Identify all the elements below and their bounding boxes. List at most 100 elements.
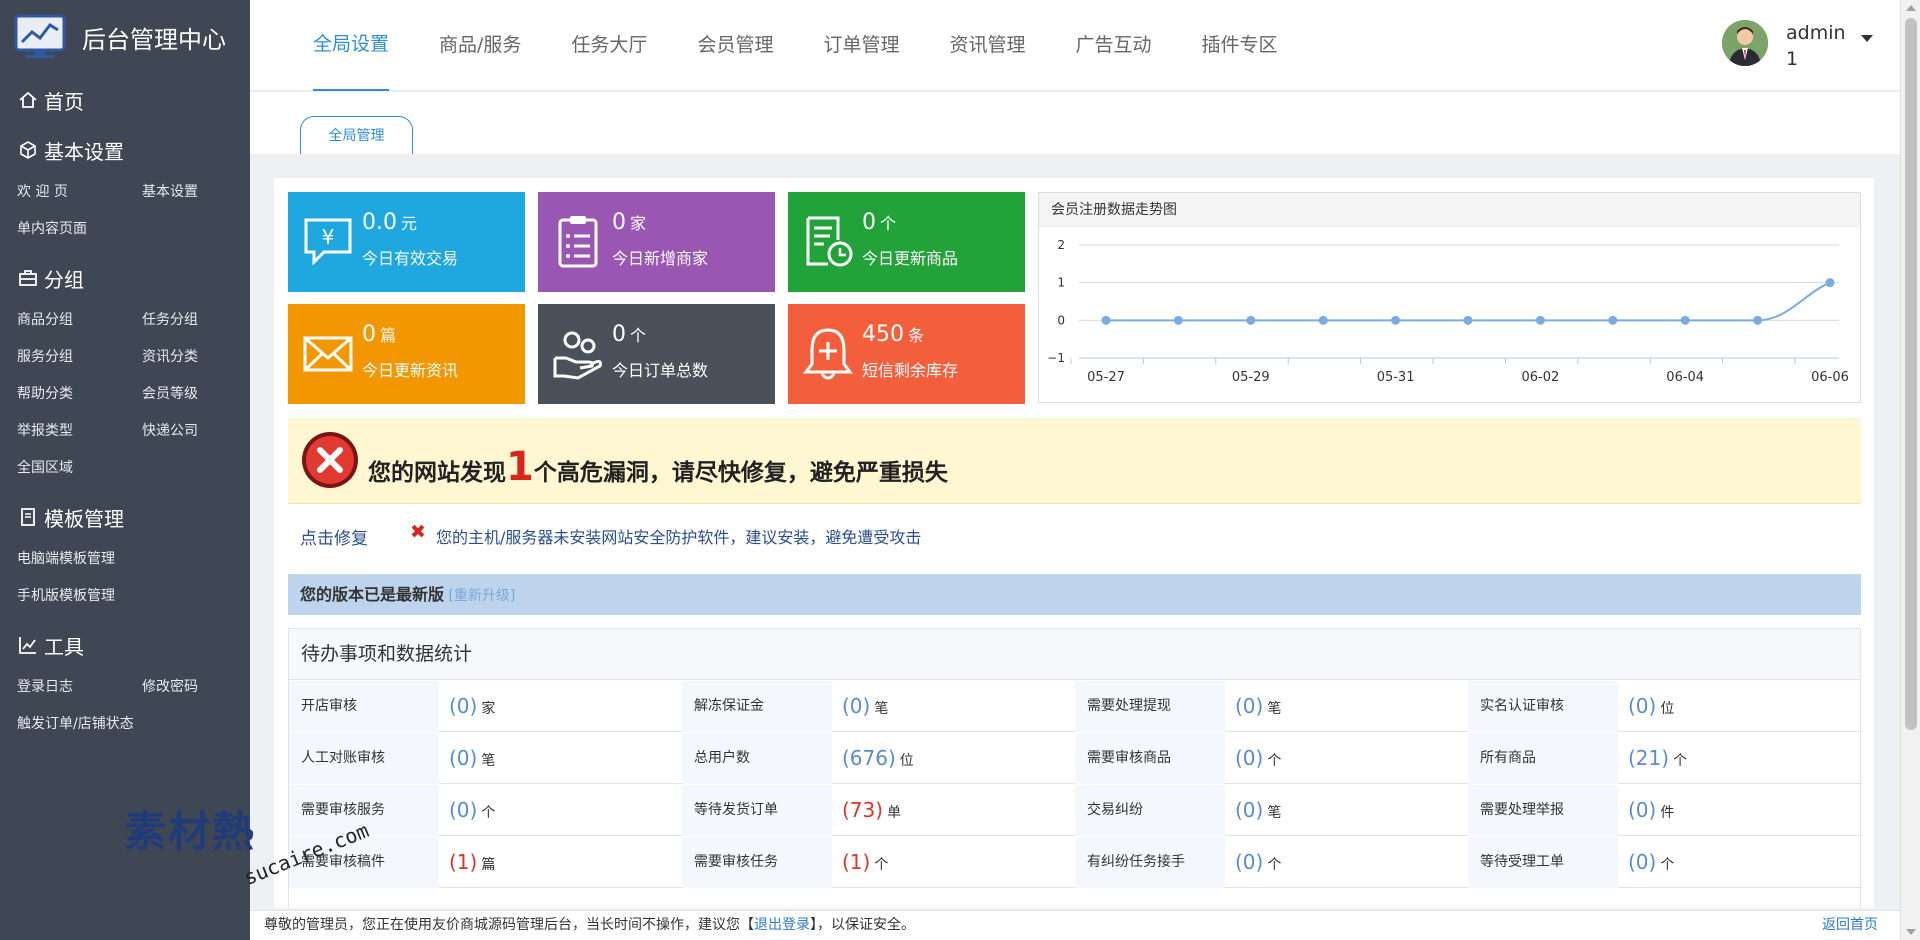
stat-cell-value[interactable]: (0) 件 [1628,785,1674,836]
chevron-down-icon[interactable] [1861,35,1873,42]
stat-cell-label: 交易纠纷 [1075,785,1225,836]
cube-icon [20,141,36,159]
tab-orders[interactable]: 订单管理 [823,0,899,91]
sidebar-section-basic[interactable]: 基本设置 [0,126,250,174]
stat-cell-value[interactable]: (1) 篇 [449,837,495,888]
stat-tile-orders[interactable]: 0个 今日订单总数 [538,304,775,404]
sidebar-section-tools[interactable]: 工具 [0,621,250,669]
member-registration-chart: 会员注册数据走势图 2 1 0 −1 05-27 05-29 05-31 06-02 06-04… [1038,192,1861,403]
stat-tile-products[interactable]: 0个 今日更新商品 [788,192,1025,292]
home-link[interactable]: 返回首页 [1822,911,1878,940]
stat-cell-value[interactable]: (0) 家 [449,681,495,732]
stat-cell-value[interactable]: (21) 个 [1628,733,1687,784]
stat-cell-unit: 位 [1660,701,1675,717]
sidebar-item-help-category[interactable]: 帮助分类 [17,376,142,413]
stat-cell-value[interactable]: (1) 个 [842,837,888,888]
hand-coins-icon [553,331,602,380]
vertical-scrollbar[interactable] [1900,0,1920,940]
data-point [1391,315,1401,325]
stat-cell-unit: 个 [1660,857,1675,873]
sidebar-item-single-page[interactable]: 单内容页面 [17,211,142,248]
sidebar-item-news-category[interactable]: 资讯分类 [142,339,267,376]
stat-tile-transactions[interactable]: ¥ 0.0 元 今日有效交易 [288,192,525,292]
stat-cell-number: (0) [1628,694,1657,718]
sidebar-item-mobile-templates[interactable]: 手机版模板管理 [17,578,267,615]
warning-text[interactable]: 您的主机/服务器未安装网站安全防护软件，建议安装，避免遭受攻击 [436,524,921,548]
stat-unit: 篇 [380,326,397,345]
stat-cell-value[interactable]: (0) 个 [449,785,495,836]
sidebar-item-service-group[interactable]: 服务分组 [17,339,142,376]
stat-cell-value[interactable]: (0) 个 [1628,837,1674,888]
sidebar-item-product-group[interactable]: 商品分组 [17,302,142,339]
logout-link[interactable]: 退出登录 [754,917,810,933]
stat-cell-number: (0) [449,694,478,718]
sidebar-item-change-password[interactable]: 修改密码 [142,669,267,706]
stat-unit: 家 [630,214,647,233]
stat-cell-number: (0) [1235,850,1264,874]
scroll-up-icon[interactable] [1906,5,1916,11]
stat-tile-sms[interactable]: 450 条 短信剩余库存 [788,304,1025,404]
user-menu[interactable]: admin 1 [1722,20,1873,72]
logo[interactable]: 后台管理中心 [0,0,250,74]
stat-cell-value[interactable]: (0) 笔 [449,733,495,784]
security-alert: 您的网站发现1个高危漏洞，请尽快修复，避免严重损失 [288,418,1861,504]
sidebar-item-task-group[interactable]: 任务分组 [142,302,267,339]
top-navigation: 全局设置 商品/服务 任务大厅 会员管理 订单管理 资讯管理 广告互动 插件专区… [250,0,1900,91]
stat-cell-value[interactable]: (0) 笔 [1235,681,1281,732]
data-point [1753,315,1763,325]
scrollbar-thumb[interactable] [1905,18,1917,730]
sidebar-item-regions[interactable]: 全国区域 [17,450,142,487]
sidebar-item-basic-settings[interactable]: 基本设置 [142,174,267,211]
todo-title: 待办事项和数据统计 [289,629,1860,680]
x-tick-label: 05-27 [1087,370,1125,385]
stat-cell-label: 需要审核商品 [1075,733,1225,784]
avatar[interactable] [1722,20,1768,66]
sidebar-item-trigger-status[interactable]: 触发订单/店铺状态 [17,706,267,743]
fix-row: 点击修复 ✖ 您的主机/服务器未安装网站安全防护软件，建议安装，避免遭受攻击 [288,514,1861,554]
subtab-global-management[interactable]: 全局管理 [300,116,413,154]
stat-value: 450 [862,322,904,347]
version-bar: 您的版本已是最新版 [重新升级] [288,574,1861,615]
stat-cell-label: 解冻保证金 [682,681,832,732]
stat-unit: 个 [880,214,897,233]
stat-cell-value[interactable]: (676) 位 [842,733,914,784]
version-text: 您的版本已是最新版 [300,585,445,604]
tab-news[interactable]: 资讯管理 [949,0,1025,91]
fix-link[interactable]: 点击修复 [300,524,368,549]
tab-ads[interactable]: 广告互动 [1075,0,1151,91]
sidebar-section-home[interactable]: 首页 [0,74,250,126]
stat-label: 短信剩余库存 [862,361,959,380]
y-tick-label: 2 [1057,238,1065,252]
stat-cell-value[interactable]: (0) 个 [1235,733,1281,784]
stat-cell-label: 有纠纷任务接手 [1075,837,1225,888]
stat-cell-value[interactable]: (0) 笔 [842,681,888,732]
stat-cell-number: (0) [1235,798,1264,822]
sidebar-section-groups[interactable]: 分组 [0,254,250,302]
sidebar-item-login-log[interactable]: 登录日志 [17,669,142,706]
sidebar-item-welcome[interactable]: 欢 迎 页 [17,174,142,211]
tab-global-settings[interactable]: 全局设置 [313,0,390,91]
sidebar-section-label: 分组 [44,267,84,292]
stat-cell-value[interactable]: (73) 单 [842,785,901,836]
stat-cell-value[interactable]: (0) 个 [1235,837,1281,888]
yen-chat-icon: ¥ [304,218,352,266]
stat-tile-merchants[interactable]: 0家 今日新增商家 [538,192,775,292]
sidebar-item-pc-templates[interactable]: 电脑端模板管理 [17,541,267,578]
scroll-down-icon[interactable] [1906,929,1916,935]
stat-cell-unit: 个 [481,805,496,821]
stat-unit: 个 [630,326,647,345]
sidebar-item-report-type[interactable]: 举报类型 [17,413,142,450]
tab-task-hall[interactable]: 任务大厅 [571,0,647,91]
tab-plugins[interactable]: 插件专区 [1202,0,1278,91]
upgrade-link[interactable]: [重新升级] [448,588,515,604]
tab-products-services[interactable]: 商品/服务 [439,0,521,91]
stat-cell-value[interactable]: (0) 笔 [1235,785,1281,836]
sidebar-item-courier[interactable]: 快递公司 [142,413,267,450]
tab-members[interactable]: 会员管理 [697,0,773,91]
app-title: 后台管理中心 [82,25,226,54]
stat-cell-value[interactable]: (0) 位 [1628,681,1674,732]
bell-icon [803,328,853,380]
sidebar-item-member-level[interactable]: 会员等级 [142,376,267,413]
stat-tile-articles[interactable]: 0篇 今日更新资讯 [288,304,525,404]
sidebar-section-templates[interactable]: 模板管理 [0,493,250,541]
